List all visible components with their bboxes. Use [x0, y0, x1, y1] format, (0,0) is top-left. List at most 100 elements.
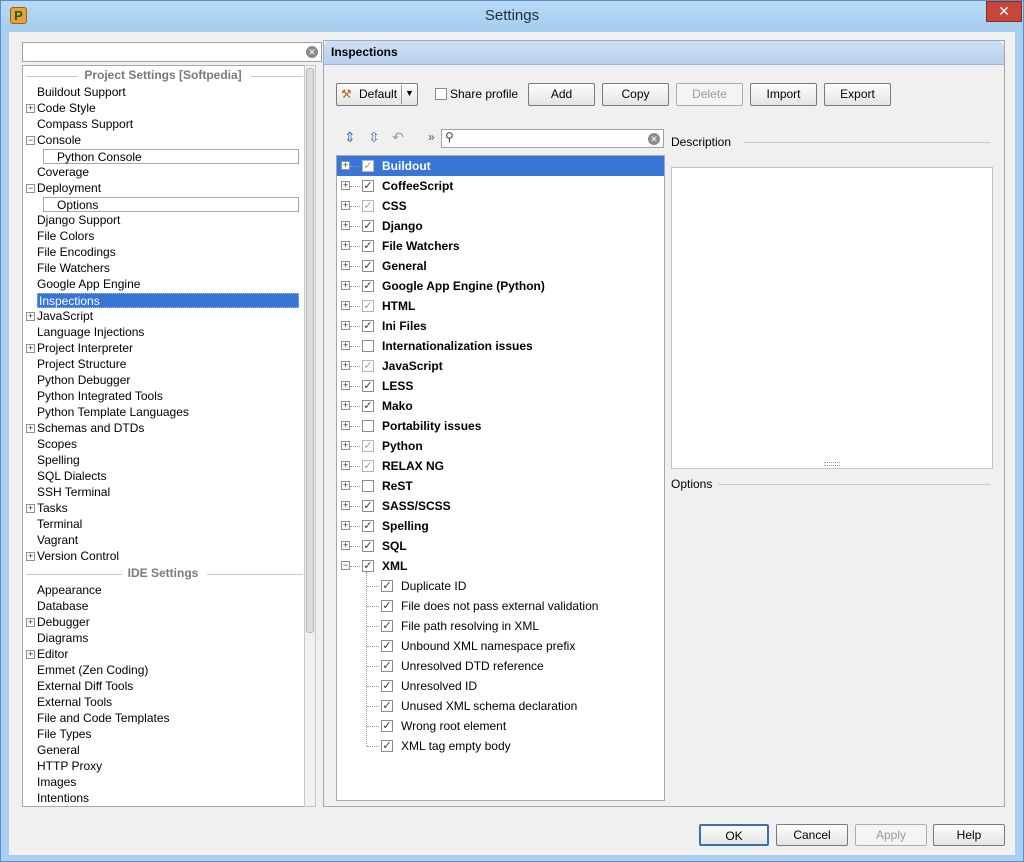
tree-item[interactable]: Language Injections — [37, 325, 144, 340]
tree-item[interactable]: Emmet (Zen Coding) — [37, 663, 148, 678]
inspection-row[interactable]: ✓ XML tag empty body — [337, 736, 664, 756]
inspection-checkbox[interactable]: ✓ — [362, 500, 374, 512]
inspection-group-row[interactable]: + ✓ Django — [337, 216, 664, 236]
tree-item[interactable]: Python Debugger — [37, 373, 130, 388]
inspection-group-row[interactable]: + ✓ HTML — [337, 296, 664, 316]
tree-item[interactable]: SSH Terminal — [37, 485, 110, 500]
tree-item[interactable]: JavaScript — [37, 309, 93, 324]
tree-item[interactable]: Tasks — [37, 501, 68, 516]
inspection-checkbox[interactable]: ✓ — [381, 640, 393, 652]
tree-item[interactable]: Terminal — [37, 517, 82, 532]
inspection-group-row[interactable]: + ✓ Buildout — [337, 156, 664, 176]
expand-icon[interactable]: + — [341, 281, 350, 290]
inspection-checkbox[interactable]: ✓ — [362, 360, 374, 372]
delete-button[interactable]: Delete — [676, 83, 743, 106]
share-profile-checkbox[interactable] — [435, 88, 447, 100]
inspection-checkbox[interactable] — [362, 340, 374, 352]
tree-item[interactable]: Coverage — [37, 165, 89, 180]
clear-search-icon[interactable]: ✕ — [306, 46, 318, 58]
tree-item[interactable]: Python Console — [43, 149, 299, 164]
inspection-checkbox[interactable]: ✓ — [362, 260, 374, 272]
inspection-search-input[interactable]: ⚲ ✕ — [441, 129, 664, 148]
expand-icon[interactable]: + — [341, 221, 350, 230]
title-bar[interactable]: P Settings ✕ — [1, 1, 1023, 31]
reset-icon[interactable]: ↶ — [390, 129, 406, 145]
apply-button[interactable]: Apply — [855, 824, 927, 846]
inspection-group-row[interactable]: + ✓ CoffeeScript — [337, 176, 664, 196]
expand-icon[interactable]: + — [26, 650, 35, 659]
tree-item[interactable]: File Encodings — [37, 245, 116, 260]
tree-item[interactable]: Inspections — [37, 293, 299, 308]
inspection-group-row[interactable]: + ✓ JavaScript — [337, 356, 664, 376]
tree-item[interactable]: Python Integrated Tools — [37, 389, 163, 404]
inspection-group-row[interactable]: + ✓ Mako — [337, 396, 664, 416]
tree-item[interactable]: HTTP Proxy — [37, 759, 102, 774]
expand-icon[interactable]: + — [26, 504, 35, 513]
tree-item[interactable]: Appearance — [37, 583, 102, 598]
tree-item[interactable]: Console — [37, 133, 81, 148]
inspection-group-row[interactable]: + ✓ Google App Engine (Python) — [337, 276, 664, 296]
expand-icon[interactable]: + — [341, 321, 350, 330]
collapse-all-icon[interactable]: ⇳ — [366, 129, 382, 145]
inspection-checkbox[interactable]: ✓ — [362, 240, 374, 252]
tree-item[interactable]: Vagrant — [37, 533, 78, 548]
inspection-checkbox[interactable]: ✓ — [362, 220, 374, 232]
inspection-group-row[interactable]: + ✓ General — [337, 256, 664, 276]
inspection-checkbox[interactable]: ✓ — [381, 680, 393, 692]
tree-item[interactable]: Code Style — [37, 101, 96, 116]
cancel-button[interactable]: Cancel — [776, 824, 848, 846]
expand-icon[interactable]: + — [341, 501, 350, 510]
tree-item[interactable]: Diagrams — [37, 631, 88, 646]
tree-item[interactable]: Compass Support — [37, 117, 133, 132]
inspection-checkbox[interactable]: ✓ — [381, 620, 393, 632]
inspection-group-row[interactable]: + Portability issues — [337, 416, 664, 436]
inspection-row[interactable]: ✓ Unresolved DTD reference — [337, 656, 664, 676]
expand-icon[interactable]: + — [341, 161, 350, 170]
inspection-row[interactable]: ✓ Unresolved ID — [337, 676, 664, 696]
expand-icon[interactable]: + — [26, 424, 35, 433]
tree-item[interactable]: Django Support — [37, 213, 120, 228]
inspection-checkbox[interactable]: ✓ — [362, 160, 374, 172]
expand-icon[interactable]: + — [26, 552, 35, 561]
inspection-checkbox[interactable]: ✓ — [362, 300, 374, 312]
close-button[interactable]: ✕ — [986, 1, 1022, 22]
tree-item[interactable]: Debugger — [37, 615, 90, 630]
inspection-checkbox[interactable]: ✓ — [362, 280, 374, 292]
expand-all-icon[interactable]: ⇕ — [342, 129, 358, 145]
add-button[interactable]: Add — [528, 83, 595, 106]
tree-item[interactable]: Options — [43, 197, 299, 212]
tree-item[interactable]: Images — [37, 775, 76, 790]
collapse-icon[interactable]: − — [341, 561, 350, 570]
inspection-group-row[interactable]: + ✓ File Watchers — [337, 236, 664, 256]
inspection-checkbox[interactable]: ✓ — [381, 740, 393, 752]
inspection-checkbox[interactable] — [362, 420, 374, 432]
inspection-checkbox[interactable]: ✓ — [362, 180, 374, 192]
clear-filter-icon[interactable]: ✕ — [648, 133, 660, 145]
expand-icon[interactable]: + — [341, 421, 350, 430]
expand-icon[interactable]: + — [341, 361, 350, 370]
tree-item[interactable]: Python Template Languages — [37, 405, 189, 420]
tree-item[interactable]: External Tools — [37, 695, 112, 710]
expand-icon[interactable]: + — [341, 401, 350, 410]
expand-icon[interactable]: + — [26, 104, 35, 113]
tree-item[interactable]: SQL Dialects — [37, 469, 107, 484]
inspection-row[interactable]: ✓ File does not pass external validation — [337, 596, 664, 616]
import-button[interactable]: Import — [750, 83, 817, 106]
expand-icon[interactable]: + — [341, 481, 350, 490]
profile-dropdown[interactable]: ⚒ Default ▼ — [336, 83, 418, 106]
expand-icon[interactable]: + — [341, 341, 350, 350]
inspection-group-row[interactable]: + ✓ LESS — [337, 376, 664, 396]
collapse-icon[interactable]: − — [26, 136, 35, 145]
inspection-checkbox[interactable]: ✓ — [362, 460, 374, 472]
tree-item[interactable]: Google App Engine — [37, 277, 140, 292]
expand-icon[interactable]: + — [341, 441, 350, 450]
inspection-group-row[interactable]: − ✓ XML — [337, 556, 664, 576]
expand-icon[interactable]: + — [341, 521, 350, 530]
inspection-checkbox[interactable]: ✓ — [362, 440, 374, 452]
inspection-checkbox[interactable] — [362, 480, 374, 492]
tree-item[interactable]: Intentions — [37, 791, 89, 806]
inspection-checkbox[interactable]: ✓ — [381, 580, 393, 592]
copy-button[interactable]: Copy — [602, 83, 669, 106]
inspection-group-row[interactable]: + ✓ SASS/SCSS — [337, 496, 664, 516]
tree-item[interactable]: File Watchers — [37, 261, 110, 276]
